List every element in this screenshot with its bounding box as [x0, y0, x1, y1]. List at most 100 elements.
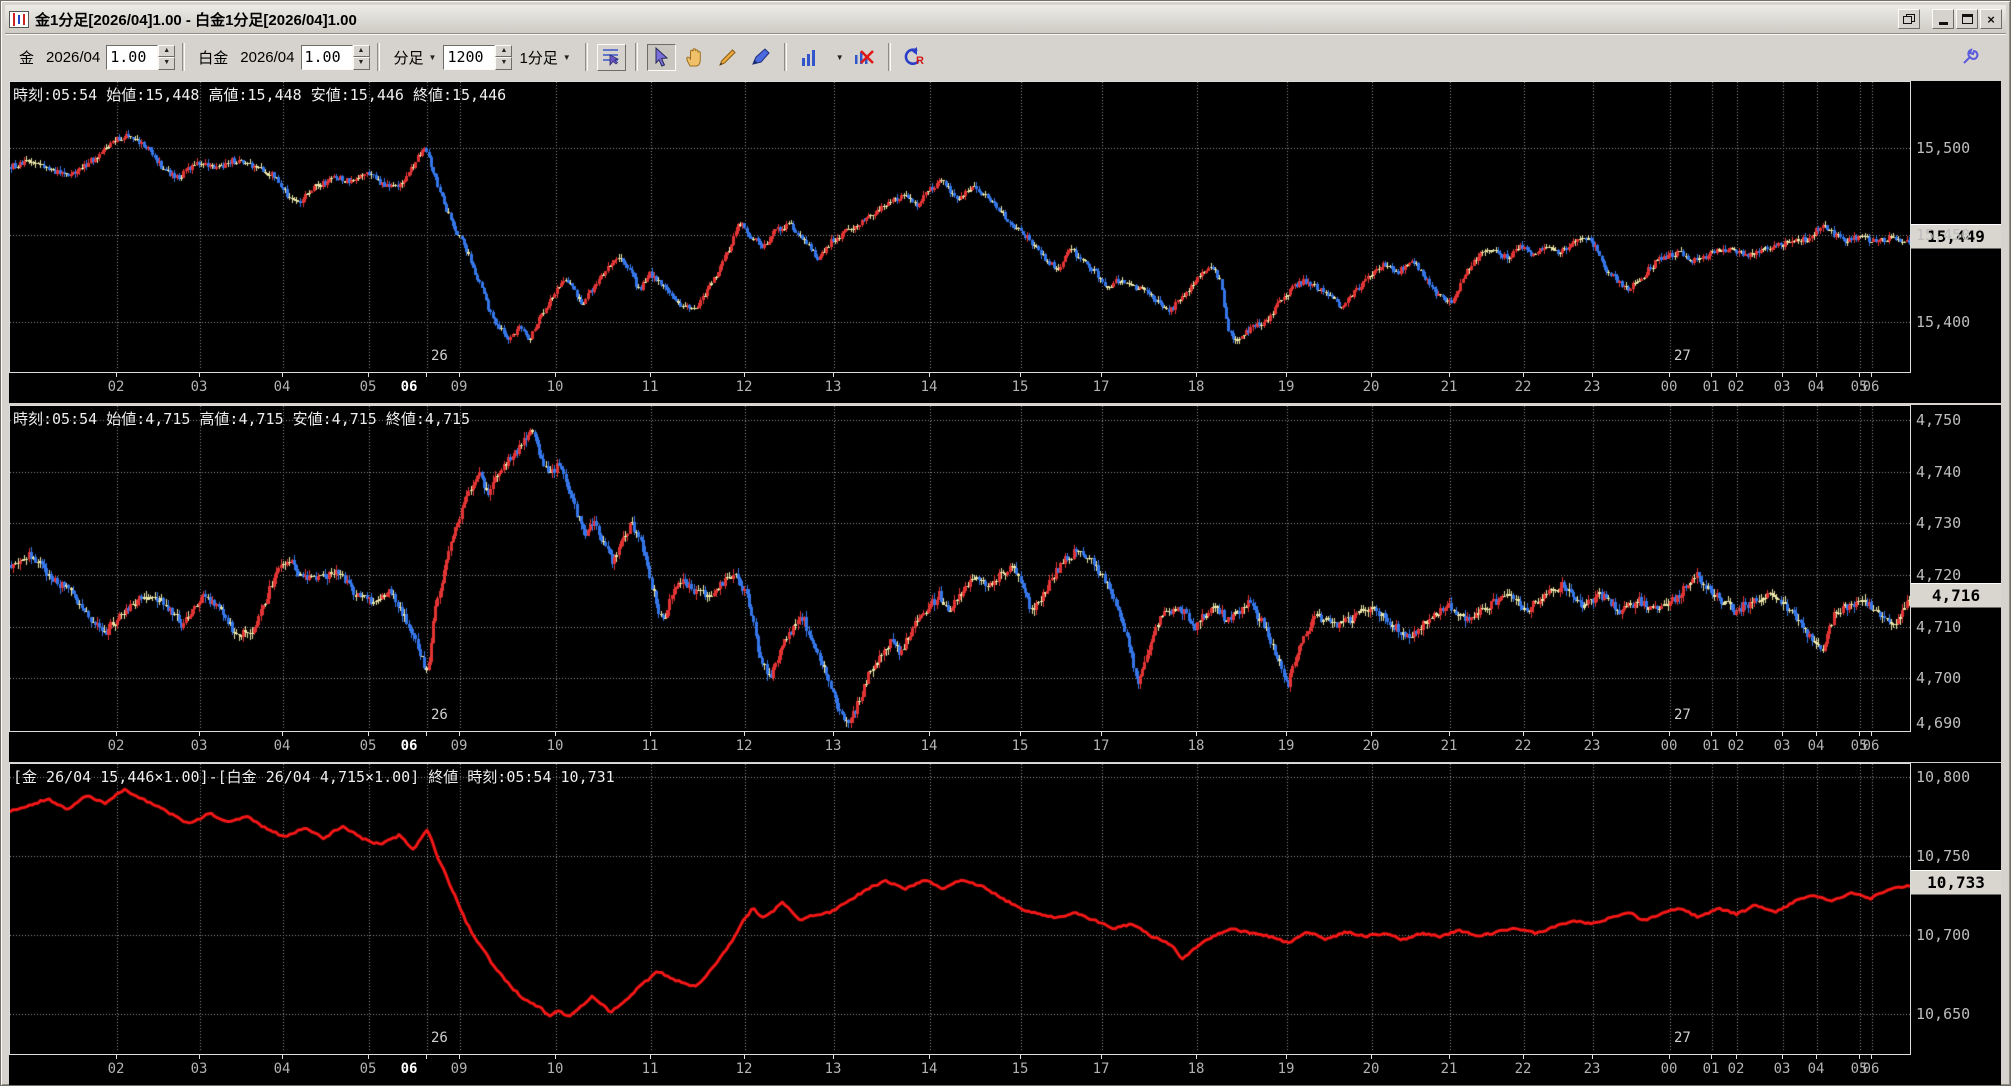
maximize-button[interactable]: [1956, 9, 1978, 29]
price-axis-label: 15,400: [1916, 313, 1971, 331]
time-axis-tick: [1449, 732, 1450, 736]
bar-count-input[interactable]: [443, 44, 496, 70]
platinum-month-label: 2026/04: [240, 48, 295, 66]
bar-type-dropdown[interactable]: 分足 ▼: [388, 44, 442, 70]
time-axis-label: 15: [1011, 738, 1029, 754]
marker-tool-button[interactable]: [745, 43, 775, 71]
chevron-down-icon: ▼: [428, 52, 437, 62]
time-axis-tick: [1101, 373, 1102, 377]
time-axis-tick: [929, 1055, 930, 1059]
time-axis-tick: [1020, 373, 1021, 377]
minimize-button[interactable]: [1932, 9, 1954, 29]
platinum-multiplier-down-button[interactable]: ▼: [352, 57, 370, 70]
platinum-candle-canvas[interactable]: [10, 406, 1910, 729]
time-axis-tick: [555, 373, 556, 377]
time-axis-tick: [282, 1055, 283, 1059]
time-axis-tick: [282, 373, 283, 377]
spread-price-axis: 10,733 10,800 10,750 10,700 10,650: [1911, 763, 2001, 1083]
time-axis-label: 04: [1807, 379, 1825, 395]
time-axis-tick: [1669, 373, 1670, 377]
time-axis-label: 20: [1362, 738, 1380, 754]
time-axis-label: 14: [920, 738, 938, 754]
chart-settings-button[interactable]: [596, 43, 626, 71]
time-axis-label: 22: [1514, 1061, 1532, 1077]
time-axis-tick: [744, 373, 745, 377]
bar-count-down-button[interactable]: ▼: [495, 57, 513, 70]
close-button[interactable]: ×: [1980, 9, 2002, 29]
time-axis-tick: [1449, 1055, 1450, 1059]
time-axis-label: 22: [1514, 379, 1532, 395]
time-axis-tick: [1523, 1055, 1524, 1059]
pan-tool-button[interactable]: [679, 43, 709, 71]
time-axis-label: 01: [1702, 738, 1720, 754]
time-axis-label: 23: [1583, 738, 1601, 754]
time-axis-tick: [1523, 373, 1524, 377]
platinum-chart-block: 時刻:05:54 始値:4,715 高値:4,715 安値:4,715 終値:4…: [9, 405, 2001, 762]
draw-line-button[interactable]: [712, 43, 742, 71]
time-axis-tick: [1196, 373, 1197, 377]
time-axis-label: 20: [1362, 1061, 1380, 1077]
time-axis-tick: [1816, 1055, 1817, 1059]
gold-candle-canvas[interactable]: [10, 82, 1910, 370]
time-axis-label: 05: [359, 379, 377, 395]
time-axis-label: 21: [1440, 738, 1458, 754]
chart-style-button[interactable]: [795, 43, 825, 71]
reload-button[interactable]: R: [899, 43, 929, 71]
price-axis-label: 10,700: [1916, 926, 1971, 944]
time-axis-tick: [1286, 732, 1287, 736]
maximize-icon: [1961, 14, 1973, 24]
gold-multiplier-down-button[interactable]: ▼: [158, 57, 176, 70]
spread-formula-readout: [金 26/04 15,446×1.00]-[白金 26/04 4,715×1.…: [13, 768, 615, 786]
close-icon: ×: [1987, 11, 1995, 27]
time-axis-tick: [929, 373, 930, 377]
time-axis-tick: [555, 732, 556, 736]
pencil-icon: [718, 48, 736, 66]
time-axis-label: 11: [641, 1061, 659, 1077]
time-axis-tick: [1020, 732, 1021, 736]
settings-wrench-button[interactable]: [1955, 43, 1984, 71]
time-axis-label: 00: [1660, 1061, 1678, 1077]
time-axis-label: 22: [1514, 738, 1532, 754]
window-copy-button[interactable]: [1898, 9, 1920, 29]
time-axis-label: 04: [1807, 738, 1825, 754]
gold-chart-block: 時刻:05:54 始値:15,448 高値:15,448 安値:15,446 終…: [9, 81, 2001, 403]
time-axis-label: 04: [273, 738, 291, 754]
gold-price-axis: 15,449 15,500 15,450 15,400: [1911, 81, 2001, 401]
remove-indicator-button[interactable]: [849, 43, 879, 71]
select-tool-button[interactable]: [646, 43, 676, 71]
hand-icon: [685, 47, 701, 66]
time-axis-label: 20: [1362, 379, 1380, 395]
time-axis-tick: [1711, 732, 1712, 736]
time-axis-label: 02: [107, 738, 125, 754]
toolbar-separator: [887, 43, 891, 71]
time-axis-label: 15: [1011, 1061, 1029, 1077]
gold-multiplier-up-button[interactable]: ▲: [158, 44, 176, 57]
time-axis-tick: [1859, 373, 1860, 377]
platinum-time-axis: 02 03 04 05 06 09 10 11 12 13 14 15 17 18 19 20 21 22 23 00…: [9, 732, 2001, 762]
time-axis-label: 03: [190, 379, 208, 395]
time-axis-tick: [426, 732, 427, 736]
time-axis-label: 12: [735, 1061, 753, 1077]
price-axis-label: 4,710: [1916, 618, 1962, 636]
gold-symbol-label: 金: [19, 49, 35, 67]
spread-line-canvas[interactable]: [10, 764, 1910, 1052]
time-axis-tick: [459, 1055, 460, 1059]
time-axis-tick: [368, 373, 369, 377]
platinum-multiplier-up-button[interactable]: ▲: [352, 44, 370, 57]
cursor-arrow-icon: [655, 47, 669, 67]
chevron-down-icon: ▼: [562, 52, 571, 62]
platinum-multiplier-input[interactable]: [300, 44, 353, 70]
interval-dropdown[interactable]: 1分足 ▼: [514, 44, 576, 70]
time-axis-label: 18: [1187, 738, 1205, 754]
gold-multiplier-input[interactable]: [106, 44, 159, 70]
bar-count-up-button[interactable]: ▲: [495, 44, 513, 57]
price-axis-label: 10,650: [1916, 1005, 1971, 1023]
time-axis-label: 10: [546, 738, 564, 754]
day-marker-label: 26: [431, 1030, 448, 1046]
time-axis-tick: [426, 1055, 427, 1059]
chart-style-dropdown[interactable]: ▼: [828, 44, 846, 70]
gold-time-axis: 02 03 04 05 06 09 10 11 12 13 14 15 17 18 19 20 21 22 23 00…: [9, 373, 2001, 403]
time-axis-tick: [1592, 732, 1593, 736]
time-axis-tick: [282, 732, 283, 736]
window-copy-icon: [1903, 14, 1915, 24]
